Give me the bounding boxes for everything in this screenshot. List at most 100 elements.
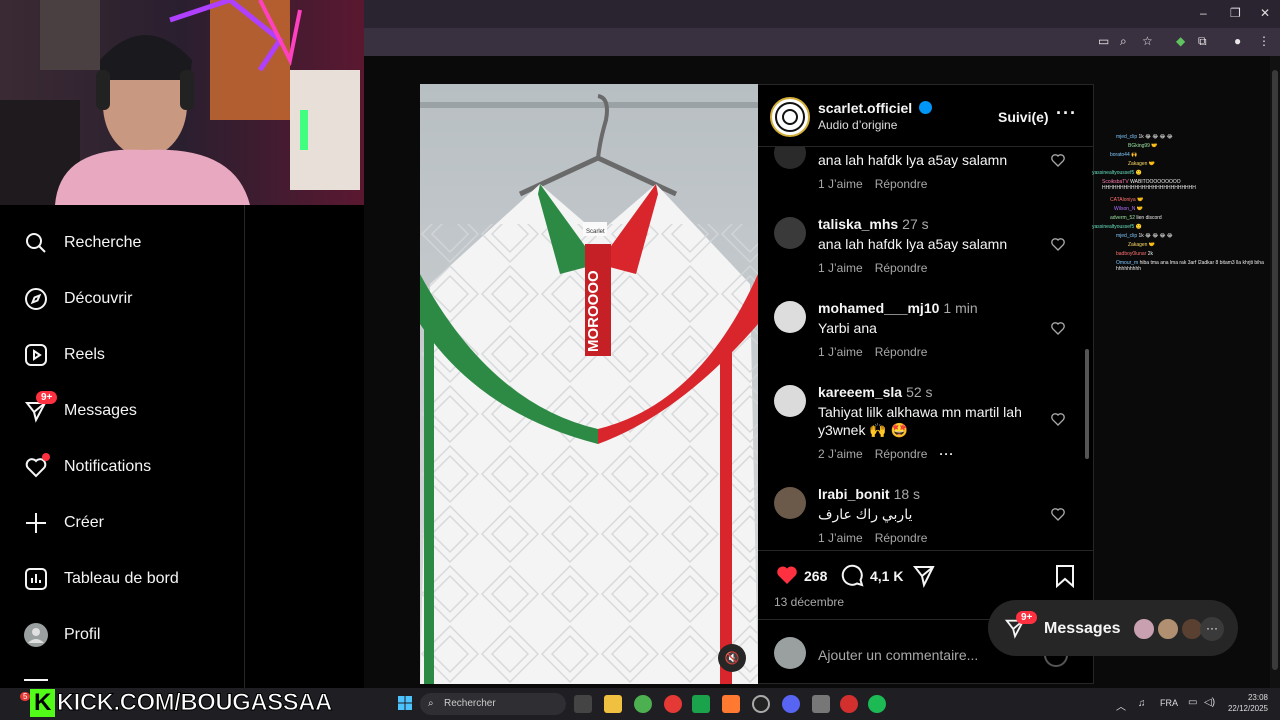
post-audio-label[interactable]: Audio d’origine [818, 118, 897, 132]
windows-start-icon[interactable] [398, 696, 412, 710]
file-explorer-icon[interactable] [604, 695, 622, 713]
extension-icon[interactable]: ◆ [1176, 34, 1185, 48]
comment-likes[interactable]: 1 J’aime [818, 531, 863, 545]
sidebar-item-reels[interactable]: Reels [24, 335, 234, 375]
tray-app-icon[interactable]: ♫ [1138, 698, 1146, 709]
comment-username-text[interactable]: mohamed___mj10 [818, 300, 939, 316]
likes-count[interactable]: 268 [804, 568, 827, 584]
sidebar-item-decouvrir[interactable]: Découvrir [24, 279, 234, 319]
search-icon: ⌕ [428, 698, 434, 709]
commenter-avatar[interactable] [774, 385, 806, 417]
app-icon[interactable] [722, 695, 740, 713]
sidebar-item-creer[interactable]: Créer [24, 503, 234, 543]
sidebar-item-recherche[interactable]: Recherche [24, 223, 234, 263]
comment-likes[interactable]: 1 J’aime [818, 261, 863, 275]
webcam-feed [0, 0, 364, 205]
close-window-button[interactable]: ✕ [1260, 6, 1270, 20]
volume-icon[interactable]: ◁) [1204, 697, 1215, 708]
like-comment-icon[interactable] [1050, 320, 1066, 336]
comment-username[interactable]: kareeem_sla 52 s [818, 384, 933, 400]
sidebar-item-messages[interactable]: 9+ Messages [24, 391, 234, 431]
app-icon[interactable] [840, 695, 858, 713]
sidebar-item-profil[interactable]: Profil [24, 615, 234, 655]
post-username[interactable]: scarlet.officiel [818, 100, 933, 116]
comment-text: ياربي راك عارف [818, 506, 913, 522]
comment-icon[interactable] [840, 563, 864, 587]
reply-button[interactable]: Répondre [875, 447, 928, 461]
commenter-avatar[interactable] [774, 217, 806, 249]
maximize-button[interactable]: ❐ [1230, 6, 1241, 20]
sidebar-item-label: Créer [64, 514, 105, 531]
post-panel: scarlet.officiel Audio d’origine Suivi(e… [758, 84, 1094, 684]
save-bookmark-icon[interactable] [1054, 564, 1076, 588]
comment-username[interactable]: taliska_mhs 27 s [818, 216, 929, 232]
taskbar-clock[interactable]: 23:08 22/12/2025 [1226, 692, 1268, 714]
post-author-avatar[interactable] [770, 97, 810, 137]
comment-meta: 1 J’aime Répondre [818, 177, 939, 191]
liked-heart-icon[interactable] [774, 563, 800, 587]
zoom-icon[interactable]: ⌕ [1120, 34, 1127, 49]
comment-username-text[interactable]: kareeem_sla [818, 384, 902, 400]
reply-button[interactable]: Répondre [875, 177, 928, 191]
post-username-text[interactable]: scarlet.officiel [818, 100, 912, 116]
like-comment-icon[interactable] [1050, 236, 1066, 252]
minimize-button[interactable]: – [1200, 6, 1207, 20]
reply-button[interactable]: Répondre [875, 261, 928, 275]
like-comment-icon[interactable] [1050, 411, 1066, 427]
reply-button[interactable]: Répondre [875, 345, 928, 359]
plus-icon [24, 511, 48, 535]
network-icon[interactable]: ▭ [1188, 697, 1197, 708]
chat-line: badboy0lunar 2k [1116, 251, 1153, 257]
discord-icon[interactable] [782, 695, 800, 713]
comment-username[interactable]: mohamed___mj10 1 min [818, 300, 978, 316]
language-indicator[interactable]: FRA [1160, 698, 1178, 708]
taskbar-pin-icon[interactable]: 5 [4, 692, 31, 714]
tray-chevron-icon[interactable]: ︿ [1116, 698, 1126, 713]
comment-likes[interactable]: 1 J’aime [818, 177, 863, 191]
commenter-avatar[interactable] [774, 487, 806, 519]
comment-likes[interactable]: 1 J’aime [818, 345, 863, 359]
comment-more-icon[interactable]: ··· [939, 447, 954, 461]
following-button[interactable]: Suivi(e) [998, 109, 1049, 125]
comment-username-text[interactable]: taliska_mhs [818, 216, 898, 232]
more-menu-icon[interactable] [24, 679, 48, 681]
obs-icon[interactable] [752, 695, 770, 713]
more-options-icon[interactable]: ··· [1056, 103, 1077, 124]
app-icon[interactable] [812, 695, 830, 713]
spotify-icon[interactable] [868, 695, 886, 713]
opera-icon[interactable] [664, 695, 682, 713]
page-scrollbar[interactable] [1270, 56, 1280, 688]
chrome-icon[interactable] [634, 695, 652, 713]
share-icon[interactable] [912, 564, 936, 588]
extensions-puzzle-icon[interactable]: ⧉ [1198, 34, 1207, 49]
browser-menu-icon[interactable]: ⋮ [1258, 34, 1270, 48]
comment-username[interactable]: lrabi_bonit 18 s [818, 486, 920, 502]
reply-button[interactable]: Répondre [875, 531, 928, 545]
taskbar-search[interactable]: ⌕ Rechercher [420, 693, 566, 715]
like-comment-icon[interactable] [1050, 152, 1066, 168]
comment-meta: 1 J’aime Répondre [818, 261, 939, 275]
comment-likes[interactable]: 2 J’aime [818, 447, 863, 461]
add-comment-input[interactable]: Ajouter un commentaire... [818, 647, 978, 663]
dashboard-icon [24, 567, 48, 591]
commenter-avatar[interactable] [774, 147, 806, 169]
post-image[interactable]: MOROOOO Scarlet 🔇 [420, 84, 758, 684]
cast-icon[interactable]: ▭ [1098, 34, 1109, 48]
sidebar-item-tableau-de-bord[interactable]: Tableau de bord [24, 559, 234, 599]
avatar [1132, 617, 1156, 641]
sidebar-item-label: Découvrir [64, 290, 133, 307]
profile-avatar-icon[interactable]: ● [1234, 34, 1241, 48]
messages-pill-badge: 9+ [1016, 611, 1038, 624]
task-view-icon[interactable] [574, 695, 592, 713]
sidebar: Recherche Découvrir Reels 9+ Messages No… [0, 205, 245, 688]
comment-username-text[interactable]: lrabi_bonit [818, 486, 890, 502]
commenter-avatar[interactable] [774, 301, 806, 333]
messages-pill[interactable]: 9+ Messages ··· [988, 600, 1238, 656]
comments-list[interactable]: ana lah hafdk lya a5ay salamn 1 J’aime Ré… [758, 146, 1094, 550]
app-icon[interactable] [692, 695, 710, 713]
comments-count[interactable]: 4,1 K [870, 568, 903, 584]
bookmark-star-icon[interactable]: ☆ [1142, 34, 1153, 48]
sidebar-item-notifications[interactable]: Notifications [24, 447, 234, 487]
mute-icon[interactable]: 🔇 [718, 644, 746, 672]
like-comment-icon[interactable] [1050, 506, 1066, 522]
